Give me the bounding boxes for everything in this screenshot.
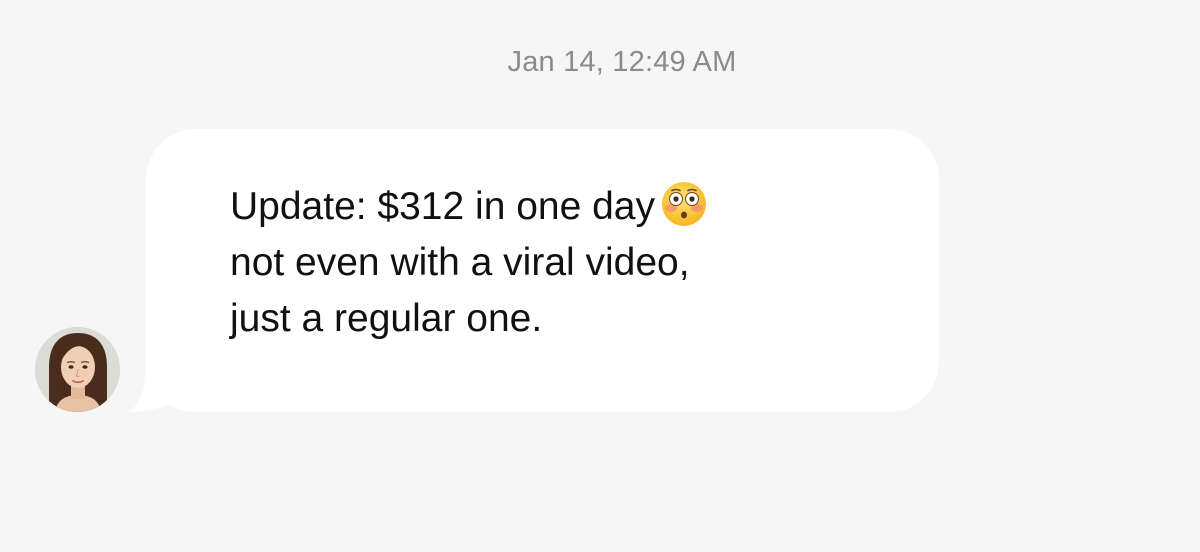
- message-text: Update: $312 in one day not even with a …: [230, 179, 707, 347]
- message-timestamp: Jan 14, 12:49 AM: [507, 46, 737, 78]
- message-line-1: Update: $312 in one day: [230, 179, 707, 235]
- message-line-2: not even with a viral video,: [230, 241, 690, 284]
- avatar-photo-icon: [35, 327, 120, 412]
- message-line-1-text: Update: $312 in one day: [230, 185, 656, 228]
- message-bubble[interactable]: Update: $312 in one day not even with a …: [146, 129, 939, 412]
- flushed-face-emoji-icon: [662, 182, 707, 226]
- message-line-3: just a regular one.: [230, 297, 543, 340]
- sender-avatar[interactable]: [35, 327, 120, 412]
